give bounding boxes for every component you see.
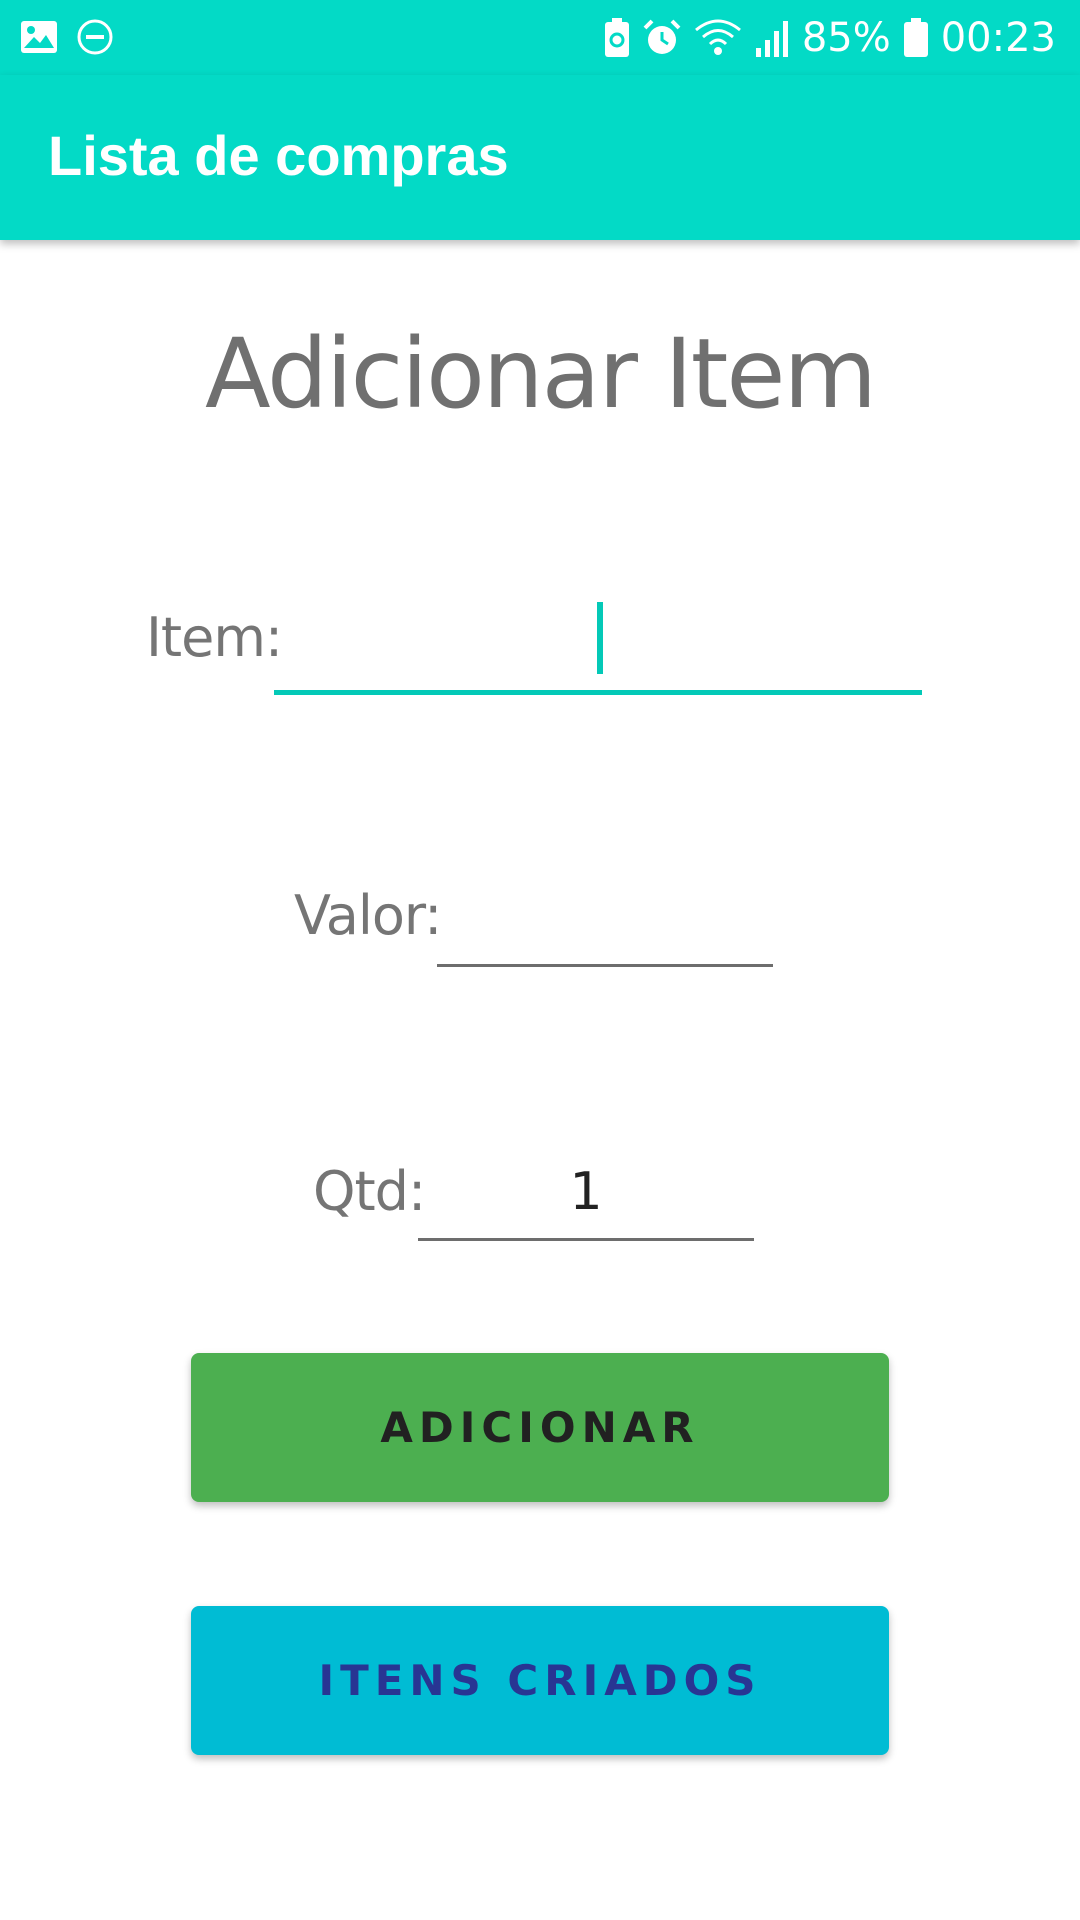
image-icon	[20, 20, 58, 59]
battery-percent: 85%	[801, 15, 891, 61]
text-cursor	[597, 602, 603, 674]
battery-saver-icon	[604, 18, 630, 58]
status-left-icons	[20, 18, 114, 61]
wifi-icon	[694, 18, 742, 58]
clock: 00:23	[940, 15, 1056, 61]
item-label: Item:	[146, 606, 283, 669]
signal-icon	[754, 18, 790, 58]
valor-input[interactable]	[437, 870, 773, 967]
qtd-input[interactable]	[418, 1146, 754, 1241]
created-items-button[interactable]: ITENS CRIADOS	[191, 1606, 889, 1755]
do-not-disturb-icon	[76, 18, 114, 61]
qtd-label: Qtd:	[313, 1160, 426, 1223]
app-bar: Lista de compras	[0, 75, 1080, 240]
status-right-icons: 85% 00:23	[604, 14, 1056, 62]
add-button[interactable]: ADICIONAR	[191, 1353, 889, 1502]
app-title: Lista de compras	[48, 124, 509, 187]
status-bar: 85% 00:23	[0, 0, 1080, 75]
alarm-icon	[642, 18, 682, 58]
page-heading: Adicionar Item	[205, 318, 877, 430]
battery-icon	[903, 18, 929, 58]
valor-label: Valor:	[294, 884, 442, 947]
